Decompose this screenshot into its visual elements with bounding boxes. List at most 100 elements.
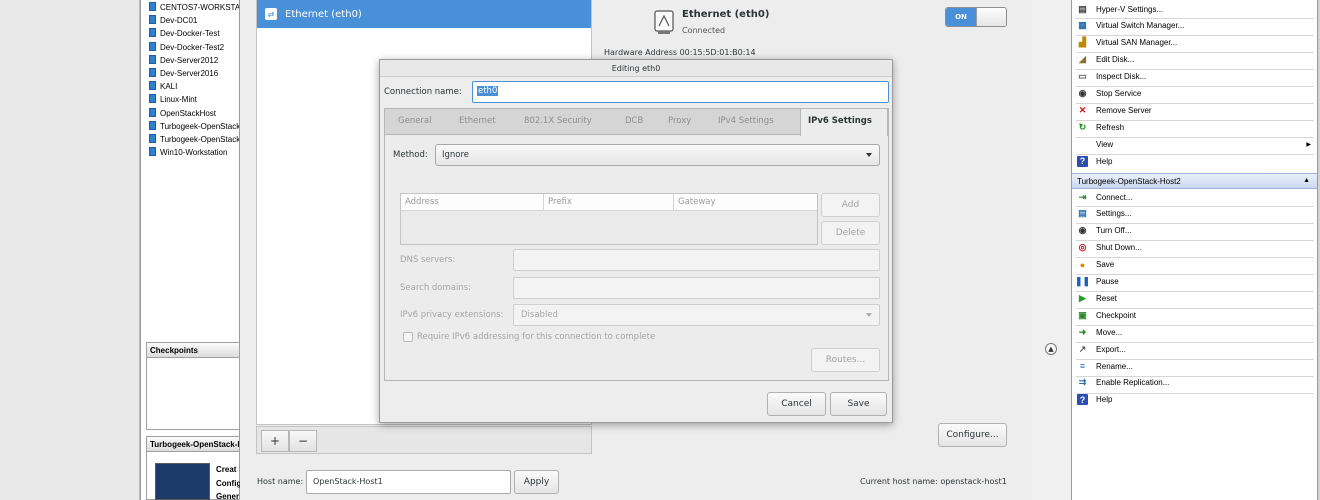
action-item[interactable]: ? Help — [1077, 153, 1313, 169]
action-item[interactable]: ▤ Settings... — [1077, 206, 1313, 222]
host-name-input[interactable]: OpenStack-Host1 — [306, 470, 511, 494]
vm-list-item[interactable]: Turbogeek-OpenStack- — [149, 134, 239, 147]
tab-general[interactable]: General — [398, 116, 432, 126]
action-label: Pause — [1096, 277, 1119, 286]
action-item[interactable]: ◉ Turn Off... — [1077, 223, 1313, 239]
vm-icon — [149, 120, 156, 130]
configure-button[interactable]: Configure... — [938, 423, 1007, 447]
move-icon: ➜ — [1078, 326, 1087, 337]
tab-ipv6-settings[interactable]: IPv6 Settings — [808, 116, 872, 126]
vm-list-item[interactable]: Turbogeek-OpenStack- — [149, 120, 239, 134]
add-address-button[interactable]: Add — [821, 193, 880, 217]
action-label: Settings... — [1096, 209, 1132, 219]
require-ipv6-checkbox[interactable]: Require IPv6 addressing for this connect… — [403, 332, 655, 342]
action-item[interactable]: ◢ Edit Disk... — [1077, 52, 1313, 68]
action-label: Rename... — [1096, 361, 1133, 371]
method-select[interactable]: Ignore — [435, 144, 880, 166]
remove-connection-button[interactable]: − — [289, 430, 317, 452]
tab-8021x-security[interactable]: 802.1X Security — [524, 116, 592, 126]
screen: CENTOS7-WORKSTAT Dev-DC01 Dev-Docker-Test D… — [0, 0, 1320, 500]
action-item[interactable]: ▭ Inspect Disk... — [1077, 69, 1313, 85]
routes-button[interactable]: Routes... — [811, 348, 880, 372]
vm-list-item[interactable]: Win10-Workstation — [149, 147, 239, 160]
action-item[interactable]: ↻ Refresh — [1077, 119, 1313, 135]
action-separator — [1076, 358, 1314, 360]
inspect-disk-icon: ▭ — [1078, 71, 1087, 82]
action-item[interactable]: ⇥ Connect... — [1077, 189, 1313, 205]
vm-list-item[interactable]: Dev-Server2016 — [149, 68, 239, 81]
action-label: Help — [1096, 156, 1113, 166]
connection-name-input[interactable]: eth0 — [472, 81, 889, 103]
action-item[interactable]: ● Save — [1077, 257, 1313, 273]
column-divider — [543, 194, 544, 211]
vm-thumbnail — [155, 463, 210, 500]
action-item[interactable]: ≡ Rename... — [1077, 358, 1313, 374]
actions-vm-header-label: Turbogeek-OpenStack-Host2 — [1077, 177, 1181, 186]
vm-icon — [149, 41, 156, 51]
vm-list-item[interactable]: KALI — [149, 81, 239, 94]
tab-ipv4-settings[interactable]: IPv4 Settings — [718, 116, 774, 126]
dns-servers-input[interactable] — [513, 249, 880, 271]
chevron-right-icon: ▶ — [1306, 141, 1311, 148]
action-separator — [1076, 273, 1314, 275]
connection-item-label: Ethernet (eth0) — [285, 8, 362, 20]
action-label: Edit Disk... — [1096, 55, 1135, 65]
action-item[interactable]: ⇉ Enable Replication... — [1077, 375, 1313, 391]
rename-icon: ≡ — [1079, 361, 1086, 371]
vm-list-item[interactable]: OpenStackHost — [149, 107, 239, 121]
connection-item-eth0[interactable]: ⇄ Ethernet (eth0) — [257, 0, 591, 28]
apply-button[interactable]: Apply — [514, 470, 559, 494]
remove-icon: ✕ — [1078, 104, 1087, 115]
ipv6-privacy-select[interactable]: Disabled — [513, 304, 880, 326]
action-label: View — [1096, 139, 1114, 149]
ipv6-privacy-value: Disabled — [521, 310, 558, 320]
vm-list-item[interactable]: Dev-DC01 — [149, 15, 239, 28]
action-item[interactable]: ❚❚ Pause — [1075, 274, 1313, 290]
action-item[interactable]: ➜ Move... — [1077, 324, 1313, 340]
action-separator — [1076, 102, 1314, 104]
action-item[interactable]: ? Help — [1077, 392, 1313, 408]
vm-settings-icon: ▤ — [1078, 208, 1087, 219]
dialog-title: Editing eth0 — [380, 60, 892, 77]
actions-vm-header[interactable]: Turbogeek-OpenStack-Host2 ▲ — [1072, 173, 1317, 189]
details-line: Gener — [216, 492, 240, 500]
export-icon: ↗ — [1078, 343, 1087, 354]
action-item[interactable]: ◉ Stop Service — [1077, 86, 1313, 102]
action-item[interactable]: ▣ Checkpoint — [1077, 307, 1313, 323]
vm-list-item[interactable]: CENTOS7-WORKSTAT — [149, 2, 239, 15]
action-separator — [1076, 239, 1314, 241]
vm-list-item[interactable]: Linux-Mint — [149, 94, 239, 107]
action-item[interactable]: ↗ Export... — [1077, 341, 1313, 357]
help-icon: ? — [1077, 155, 1088, 167]
connection-name-label: Connection name: — [384, 87, 462, 97]
connection-toggle[interactable]: ON — [945, 7, 1007, 27]
action-item[interactable]: ▟ Virtual SAN Manager... — [1077, 35, 1313, 51]
action-label: Checkpoint — [1096, 310, 1137, 320]
delete-address-button[interactable]: Delete — [821, 221, 880, 245]
vm-icon — [149, 81, 156, 91]
search-domains-input[interactable] — [513, 277, 880, 299]
vm-list-item[interactable]: Dev-Server2012 — [149, 54, 239, 68]
hardware-address: Hardware Address 00:15:5D:01:B0:14 — [604, 48, 756, 57]
action-item[interactable]: ▦ Virtual Switch Manager... — [1077, 18, 1313, 34]
add-connection-button[interactable]: + — [261, 430, 289, 452]
action-separator — [1076, 392, 1314, 394]
action-item[interactable]: ◎ Shut Down... — [1077, 240, 1313, 256]
chevron-down-icon — [866, 313, 872, 317]
action-item[interactable]: ▶ Reset — [1077, 290, 1313, 306]
cancel-button[interactable]: Cancel — [767, 392, 826, 416]
tab-ethernet[interactable]: Ethernet — [459, 116, 496, 126]
vm-name: Dev-Docker-Test2 — [160, 42, 225, 52]
vm-name: Dev-DC01 — [160, 16, 198, 26]
collapse-icon[interactable]: ▲ — [1045, 343, 1057, 355]
ipv6-privacy-label: IPv6 privacy extensions: — [400, 310, 504, 320]
action-item[interactable]: ✕ Remove Server — [1077, 102, 1313, 118]
vm-list-item[interactable]: Dev-Docker-Test — [149, 28, 239, 41]
vm-list-item[interactable]: Dev-Docker-Test2 — [149, 41, 239, 55]
action-item[interactable]: View ▶ — [1077, 136, 1313, 152]
vm-name: Dev-Server2016 — [160, 69, 219, 78]
tab-dcb[interactable]: DCB — [625, 116, 643, 126]
save-button[interactable]: Save — [830, 392, 887, 416]
tab-proxy[interactable]: Proxy — [668, 116, 691, 126]
action-item[interactable]: ▤ Hyper-V Settings... — [1077, 1, 1313, 17]
